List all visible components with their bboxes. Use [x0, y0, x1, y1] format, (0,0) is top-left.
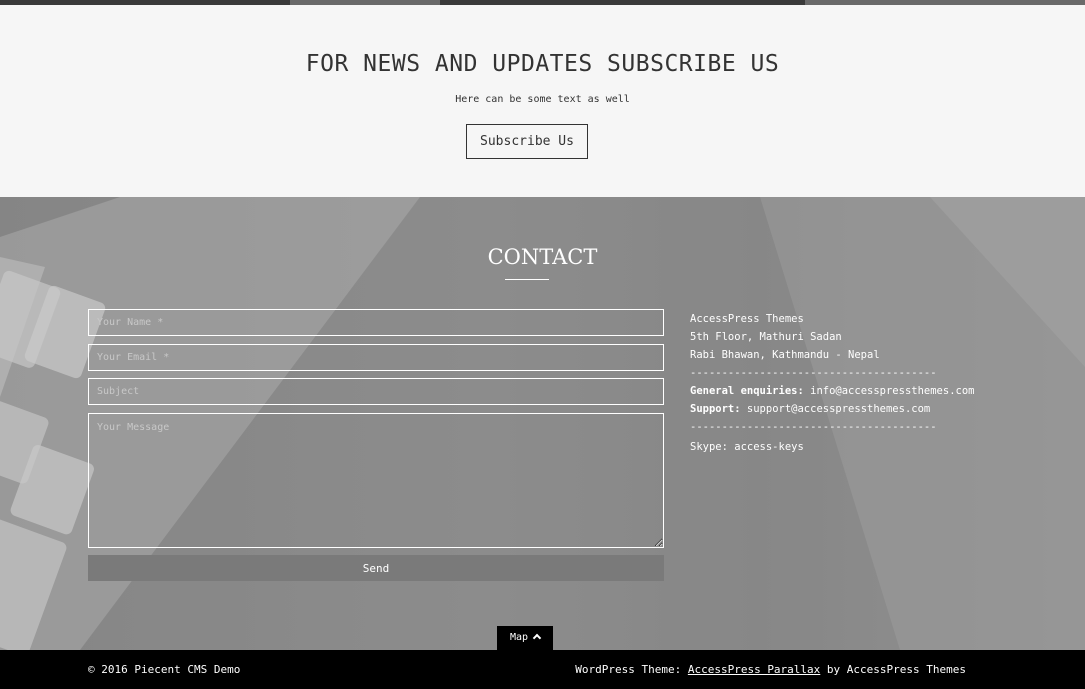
chevron-up-icon	[532, 633, 542, 643]
send-button[interactable]: Send	[88, 555, 664, 581]
skype-line: Skype: access-keys	[690, 441, 804, 453]
subscribe-title: FOR NEWS AND UPDATES SUBSCRIBE US	[305, 51, 780, 77]
address-line-2: Rabi Bhawan, Kathmandu - Nepal	[690, 349, 880, 361]
footer-copyright: © 2016 Piecent CMS Demo	[88, 663, 241, 676]
subscribe-section: FOR NEWS AND UPDATES SUBSCRIBE US Here c…	[0, 5, 1085, 197]
contact-info: AccessPress Themes 5th Floor, Mathuri Sa…	[690, 310, 1010, 456]
company-name: AccessPress Themes	[690, 313, 804, 325]
subscribe-button[interactable]: Subscribe Us	[466, 124, 588, 159]
contact-title-underline	[505, 279, 549, 280]
contact-title: CONTACT	[487, 245, 598, 269]
support-email: support@accesspressthemes.com	[746, 403, 931, 415]
site-footer: © 2016 Piecent CMS Demo WordPress Theme:…	[0, 650, 1085, 689]
general-enquiries-label: General enquiries:	[690, 385, 804, 397]
footer-theme-prefix: WordPress Theme:	[575, 663, 682, 676]
email-input[interactable]	[88, 344, 664, 371]
footer-theme-link[interactable]: AccessPress Parallax	[688, 663, 820, 676]
map-tab-label: Map	[509, 632, 529, 643]
address-line-1: 5th Floor, Mathuri Sadan	[690, 331, 842, 343]
name-input[interactable]	[88, 309, 664, 336]
message-textarea[interactable]	[88, 413, 664, 548]
footer-credits: WordPress Theme: AccessPress Parallax by…	[575, 663, 966, 676]
support-label: Support:	[690, 403, 741, 415]
footer-theme-suffix: by AccessPress Themes	[826, 663, 966, 676]
info-divider: ---------------------------------------	[690, 421, 937, 433]
support: Support: support@accesspressthemes.com	[690, 400, 1010, 418]
general-enquiries-email: info@accesspressthemes.com	[810, 385, 975, 397]
subject-input[interactable]	[88, 378, 664, 405]
info-divider: ---------------------------------------	[690, 367, 937, 379]
map-toggle-tab[interactable]: Map	[497, 626, 553, 650]
contact-section: CONTACT Send AccessPress Themes 5th Floo…	[0, 197, 1085, 650]
general-enquiries: General enquiries: info@accesspresstheme…	[690, 382, 1010, 400]
subscribe-subtitle: Here can be some text as well	[455, 94, 630, 105]
